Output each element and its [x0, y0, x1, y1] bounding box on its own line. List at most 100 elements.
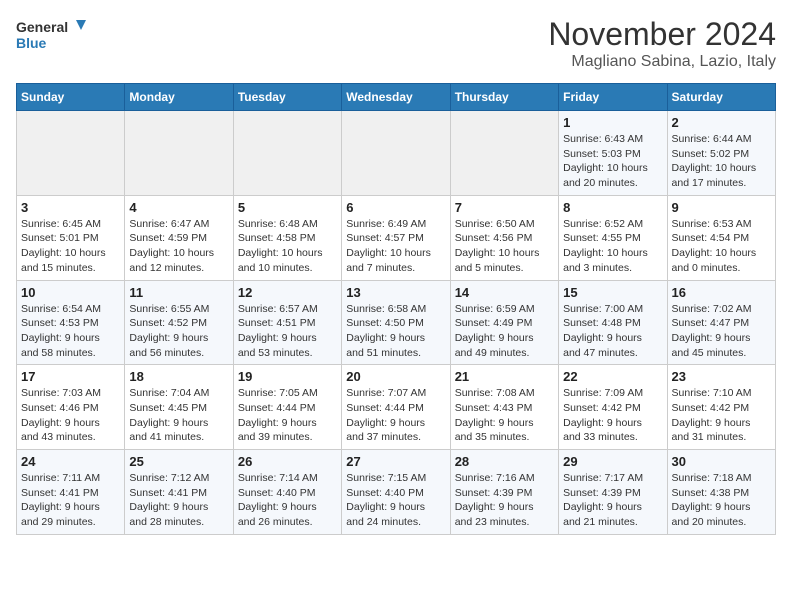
day-info: Sunrise: 7:07 AMSunset: 4:44 PMDaylight:… — [346, 386, 445, 445]
calendar-cell: 19 Sunrise: 7:05 AMSunset: 4:44 PMDayligh… — [233, 365, 341, 450]
calendar-cell: 27 Sunrise: 7:15 AMSunset: 4:40 PMDayligh… — [342, 450, 450, 535]
day-info: Sunrise: 6:43 AMSunset: 5:03 PMDaylight:… — [563, 132, 662, 191]
calendar-cell: 8 Sunrise: 6:52 AMSunset: 4:55 PMDaylight… — [559, 195, 667, 280]
calendar-cell: 20 Sunrise: 7:07 AMSunset: 4:44 PMDayligh… — [342, 365, 450, 450]
day-number: 2 — [672, 115, 771, 130]
day-info: Sunrise: 6:44 AMSunset: 5:02 PMDaylight:… — [672, 132, 771, 191]
day-info: Sunrise: 7:09 AMSunset: 4:42 PMDaylight:… — [563, 386, 662, 445]
day-info: Sunrise: 7:08 AMSunset: 4:43 PMDaylight:… — [455, 386, 554, 445]
day-number: 19 — [238, 369, 337, 384]
day-number: 7 — [455, 200, 554, 215]
day-number: 12 — [238, 285, 337, 300]
day-info: Sunrise: 7:18 AMSunset: 4:38 PMDaylight:… — [672, 471, 771, 530]
day-number: 6 — [346, 200, 445, 215]
day-number: 25 — [129, 454, 228, 469]
day-info: Sunrise: 6:53 AMSunset: 4:54 PMDaylight:… — [672, 217, 771, 276]
day-number: 1 — [563, 115, 662, 130]
weekday-header: Saturday — [667, 84, 775, 111]
day-info: Sunrise: 6:59 AMSunset: 4:49 PMDaylight:… — [455, 302, 554, 361]
day-number: 14 — [455, 285, 554, 300]
day-number: 20 — [346, 369, 445, 384]
day-info: Sunrise: 7:00 AMSunset: 4:48 PMDaylight:… — [563, 302, 662, 361]
day-info: Sunrise: 6:48 AMSunset: 4:58 PMDaylight:… — [238, 217, 337, 276]
calendar-cell: 14 Sunrise: 6:59 AMSunset: 4:49 PMDayligh… — [450, 280, 558, 365]
logo: General Blue — [16, 16, 86, 56]
location: Magliano Sabina, Lazio, Italy — [548, 53, 776, 71]
day-number: 3 — [21, 200, 120, 215]
page-header: General Blue November 2024 Magliano Sabi… — [16, 16, 776, 71]
calendar-week-row: 24Sunrise: 7:11 AMSunset: 4:41 PMDayligh… — [17, 450, 776, 535]
day-info: Sunrise: 7:04 AMSunset: 4:45 PMDaylight:… — [129, 386, 228, 445]
weekday-header: Thursday — [450, 84, 558, 111]
day-info: Sunrise: 7:15 AMSunset: 4:40 PMDaylight:… — [346, 471, 445, 530]
calendar-cell: 16Sunrise: 7:02 AMSunset: 4:47 PMDayligh… — [667, 280, 775, 365]
day-info: Sunrise: 6:54 AMSunset: 4:53 PMDaylight:… — [21, 302, 120, 361]
svg-text:Blue: Blue — [16, 35, 47, 51]
day-number: 28 — [455, 454, 554, 469]
day-number: 4 — [129, 200, 228, 215]
day-info: Sunrise: 6:52 AMSunset: 4:55 PMDaylight:… — [563, 217, 662, 276]
weekday-header: Sunday — [17, 84, 125, 111]
calendar-cell: 25 Sunrise: 7:12 AMSunset: 4:41 PMDayligh… — [125, 450, 233, 535]
day-info: Sunrise: 7:12 AMSunset: 4:41 PMDaylight:… — [129, 471, 228, 530]
calendar-cell: 30Sunrise: 7:18 AMSunset: 4:38 PMDayligh… — [667, 450, 775, 535]
day-info: Sunrise: 6:49 AMSunset: 4:57 PMDaylight:… — [346, 217, 445, 276]
day-info: Sunrise: 6:50 AMSunset: 4:56 PMDaylight:… — [455, 217, 554, 276]
day-info: Sunrise: 7:10 AMSunset: 4:42 PMDaylight:… — [672, 386, 771, 445]
day-info: Sunrise: 6:47 AMSunset: 4:59 PMDaylight:… — [129, 217, 228, 276]
weekday-header-row: SundayMondayTuesdayWednesdayThursdayFrid… — [17, 84, 776, 111]
calendar-cell — [125, 111, 233, 196]
calendar-cell: 26Sunrise: 7:14 AMSunset: 4:40 PMDayligh… — [233, 450, 341, 535]
day-info: Sunrise: 6:58 AMSunset: 4:50 PMDaylight:… — [346, 302, 445, 361]
calendar-cell: 3Sunrise: 6:45 AMSunset: 5:01 PMDaylight… — [17, 195, 125, 280]
day-info: Sunrise: 6:55 AMSunset: 4:52 PMDaylight:… — [129, 302, 228, 361]
calendar-table: SundayMondayTuesdayWednesdayThursdayFrid… — [16, 83, 776, 535]
weekday-header: Friday — [559, 84, 667, 111]
day-number: 27 — [346, 454, 445, 469]
calendar-cell — [450, 111, 558, 196]
day-number: 23 — [672, 369, 771, 384]
day-number: 8 — [563, 200, 662, 215]
calendar-cell: 22 Sunrise: 7:09 AMSunset: 4:42 PMDayligh… — [559, 365, 667, 450]
calendar-cell: 10Sunrise: 6:54 AMSunset: 4:53 PMDayligh… — [17, 280, 125, 365]
calendar-cell: 23 Sunrise: 7:10 AMSunset: 4:42 PMDayligh… — [667, 365, 775, 450]
day-number: 11 — [129, 285, 228, 300]
day-number: 24 — [21, 454, 120, 469]
calendar-cell: 18 Sunrise: 7:04 AMSunset: 4:45 PMDayligh… — [125, 365, 233, 450]
day-info: Sunrise: 7:17 AMSunset: 4:39 PMDaylight:… — [563, 471, 662, 530]
weekday-header: Monday — [125, 84, 233, 111]
calendar-cell: 1 Sunrise: 6:43 AMSunset: 5:03 PMDaylight… — [559, 111, 667, 196]
calendar-cell: 5 Sunrise: 6:48 AMSunset: 4:58 PMDaylight… — [233, 195, 341, 280]
day-info: Sunrise: 7:05 AMSunset: 4:44 PMDaylight:… — [238, 386, 337, 445]
day-number: 5 — [238, 200, 337, 215]
day-number: 18 — [129, 369, 228, 384]
day-info: Sunrise: 7:16 AMSunset: 4:39 PMDaylight:… — [455, 471, 554, 530]
calendar-cell — [233, 111, 341, 196]
title-block: November 2024 Magliano Sabina, Lazio, It… — [548, 16, 776, 71]
calendar-cell: 24Sunrise: 7:11 AMSunset: 4:41 PMDayligh… — [17, 450, 125, 535]
calendar-cell: 11 Sunrise: 6:55 AMSunset: 4:52 PMDayligh… — [125, 280, 233, 365]
calendar-cell: 9 Sunrise: 6:53 AMSunset: 4:54 PMDaylight… — [667, 195, 775, 280]
calendar-cell: 13 Sunrise: 6:58 AMSunset: 4:50 PMDayligh… — [342, 280, 450, 365]
calendar-cell: 15Sunrise: 7:00 AMSunset: 4:48 PMDayligh… — [559, 280, 667, 365]
day-number: 26 — [238, 454, 337, 469]
calendar-cell — [342, 111, 450, 196]
day-number: 22 — [563, 369, 662, 384]
calendar-cell: 2 Sunrise: 6:44 AMSunset: 5:02 PMDaylight… — [667, 111, 775, 196]
calendar-week-row: 1 Sunrise: 6:43 AMSunset: 5:03 PMDaylight… — [17, 111, 776, 196]
day-number: 9 — [672, 200, 771, 215]
day-number: 13 — [346, 285, 445, 300]
day-number: 21 — [455, 369, 554, 384]
svg-text:General: General — [16, 19, 68, 35]
logo-svg: General Blue — [16, 16, 86, 56]
calendar-cell — [17, 111, 125, 196]
calendar-cell: 28 Sunrise: 7:16 AMSunset: 4:39 PMDayligh… — [450, 450, 558, 535]
calendar-cell: 12 Sunrise: 6:57 AMSunset: 4:51 PMDayligh… — [233, 280, 341, 365]
day-info: Sunrise: 6:57 AMSunset: 4:51 PMDaylight:… — [238, 302, 337, 361]
calendar-cell: 6 Sunrise: 6:49 AMSunset: 4:57 PMDaylight… — [342, 195, 450, 280]
weekday-header: Wednesday — [342, 84, 450, 111]
calendar-week-row: 10Sunrise: 6:54 AMSunset: 4:53 PMDayligh… — [17, 280, 776, 365]
calendar-cell: 4 Sunrise: 6:47 AMSunset: 4:59 PMDaylight… — [125, 195, 233, 280]
day-number: 29 — [563, 454, 662, 469]
calendar-cell: 17Sunrise: 7:03 AMSunset: 4:46 PMDayligh… — [17, 365, 125, 450]
